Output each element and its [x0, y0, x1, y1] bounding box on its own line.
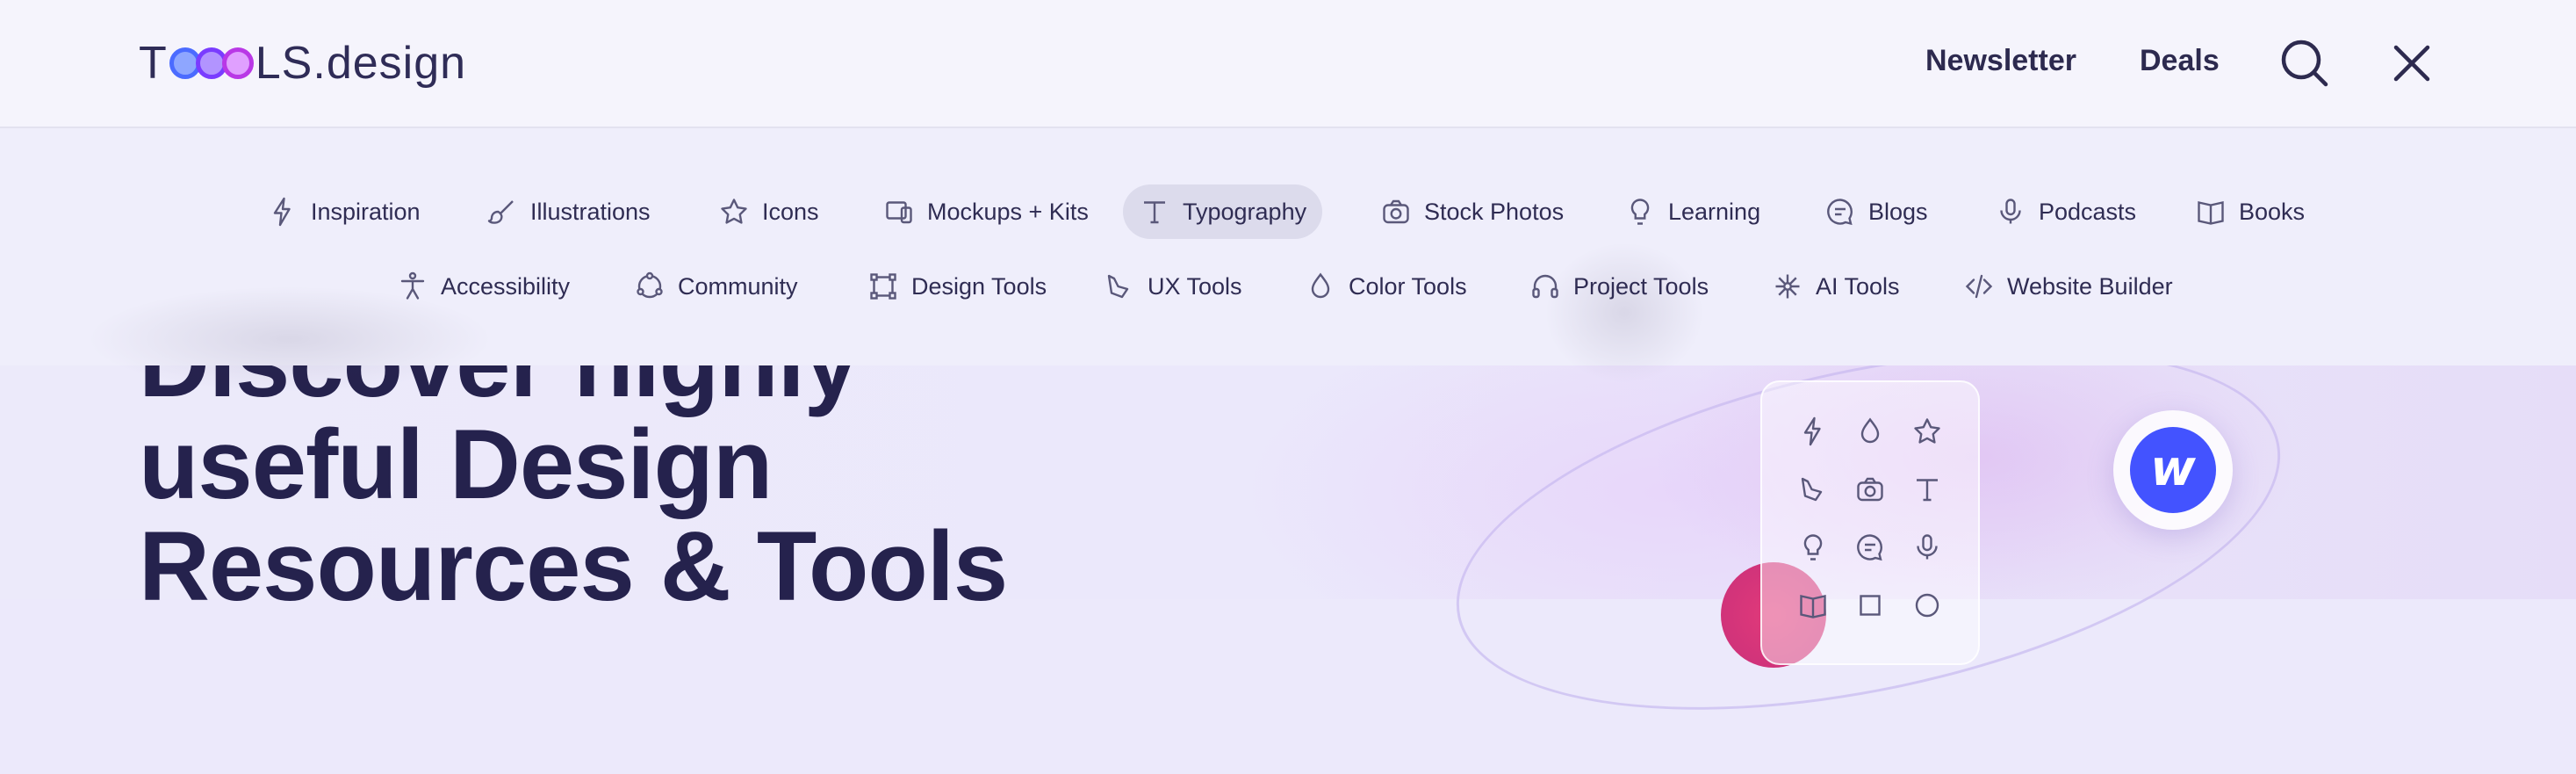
camera-icon	[1383, 199, 1409, 224]
hero-title-line-2: useful Design	[139, 409, 773, 519]
category-label: AI Tools	[1816, 272, 1900, 300]
lightbulb-icon	[1797, 532, 1829, 563]
code-icon	[1965, 274, 1993, 299]
webflow-logo-icon: w	[2130, 427, 2216, 513]
category-learning[interactable]: Learning	[1608, 184, 1776, 239]
lightning-icon	[273, 197, 291, 227]
pointer-icon	[1107, 274, 1129, 299]
category-blogs[interactable]: Blogs	[1809, 184, 1944, 239]
logo-rings-icon	[169, 47, 254, 79]
category-website-builder[interactable]: Website Builder	[1947, 259, 2189, 314]
top-bar: T LS.design Newsletter Deals	[0, 0, 2576, 128]
category-ai-tools[interactable]: AI Tools	[1756, 259, 1916, 314]
star-icon	[1911, 416, 1943, 447]
category-books[interactable]: Books	[2179, 184, 2321, 239]
drop-icon	[1854, 416, 1886, 447]
category-ux-tools[interactable]: UX Tools	[1088, 259, 1258, 314]
devices-icon	[886, 201, 912, 224]
logo-text-start: T	[139, 38, 168, 89]
logo-text-end: LS.design	[255, 38, 467, 89]
lightning-icon	[1797, 416, 1829, 447]
category-label: Learning	[1668, 198, 1761, 225]
category-illustrations[interactable]: Illustrations	[471, 184, 666, 239]
category-label: Mockups + Kits	[927, 198, 1089, 225]
brush-icon	[487, 200, 514, 224]
community-icon	[637, 271, 663, 299]
category-typography[interactable]: Typography	[1123, 184, 1323, 239]
camera-icon	[1854, 474, 1886, 505]
category-podcasts[interactable]: Podcasts	[1979, 184, 2152, 239]
category-project-tools[interactable]: Project Tools	[1514, 259, 1724, 314]
newsletter-link[interactable]: Newsletter	[1925, 44, 2076, 78]
category-label: UX Tools	[1148, 272, 1242, 300]
hero-title-line-3: Resources & Tools	[139, 511, 1008, 621]
category-accessibility[interactable]: Accessibility	[381, 259, 586, 314]
category-label: Project Tools	[1573, 272, 1709, 300]
category-menu: Inspiration Illustrations Icons Mockups …	[0, 128, 2576, 392]
category-label: Typography	[1183, 198, 1307, 225]
ai-icon	[1775, 274, 1800, 299]
type-icon	[1911, 474, 1943, 505]
category-label: Icons	[762, 198, 819, 225]
category-stock-photos[interactable]: Stock Photos	[1364, 184, 1579, 239]
category-label: Podcasts	[2039, 198, 2137, 225]
category-label: Illustrations	[530, 198, 651, 225]
accessibility-icon	[400, 271, 425, 300]
lightbulb-icon	[1630, 199, 1650, 225]
community-icon	[1911, 590, 1943, 621]
category-inspiration[interactable]: Inspiration	[251, 184, 436, 239]
vector-icon	[870, 273, 896, 300]
category-color-tools[interactable]: Color Tools	[1289, 259, 1483, 314]
category-label: Community	[678, 272, 798, 300]
book-icon	[2198, 201, 2224, 225]
close-icon[interactable]	[2384, 35, 2440, 91]
category-design-tools[interactable]: Design Tools	[852, 259, 1062, 314]
category-label: Blogs	[1868, 198, 1928, 225]
deals-link[interactable]: Deals	[2140, 44, 2220, 78]
category-community[interactable]: Community	[618, 259, 814, 314]
category-label: Color Tools	[1349, 272, 1467, 300]
site-logo[interactable]: T LS.design	[139, 38, 467, 89]
type-icon	[1144, 201, 1165, 224]
chat-icon	[1854, 532, 1886, 563]
icon-panel-decoration	[1760, 380, 1980, 665]
microphone-icon	[1911, 532, 1943, 563]
microphone-icon	[2000, 199, 2021, 224]
vector-icon	[1854, 590, 1886, 621]
category-icons[interactable]: Icons	[702, 184, 835, 239]
category-label: Inspiration	[311, 198, 421, 225]
category-label: Books	[2239, 198, 2306, 225]
book-icon	[1797, 590, 1829, 621]
chat-icon	[1827, 199, 1853, 226]
category-label: Design Tools	[911, 272, 1047, 300]
category-mockups-kits[interactable]: Mockups + Kits	[867, 184, 1105, 239]
pointer-icon	[1797, 474, 1829, 505]
drop-icon	[1311, 272, 1330, 299]
star-icon	[721, 199, 747, 224]
category-label: Accessibility	[441, 272, 571, 300]
category-label: Stock Photos	[1424, 198, 1565, 225]
search-icon[interactable]	[2277, 35, 2333, 91]
headphones-icon	[1532, 274, 1558, 299]
category-label: Website Builder	[2007, 272, 2173, 300]
